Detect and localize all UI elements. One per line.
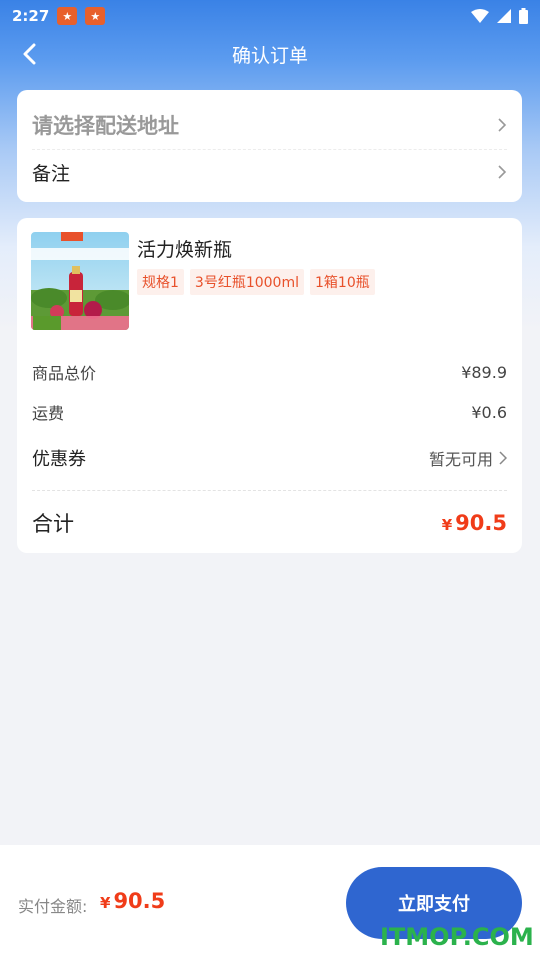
address-card: 请选择配送地址 备注 [17,90,522,202]
pay-amount-label: 实付金额: [18,897,88,916]
product-tag: 1箱10瓶 [310,269,375,295]
shipping-value: ¥0.6 [471,402,507,422]
chevron-left-icon [23,43,36,65]
chevron-right-icon [498,165,507,179]
wifi-icon [471,9,489,23]
battery-icon [519,8,528,24]
goods-total-label: 商品总价 [32,364,97,383]
status-time: 2:27 [12,7,50,25]
currency-symbol: ¥ [441,516,453,534]
total-label: 合计 [32,512,74,536]
goods-total-row: 商品总价 ¥89.9 [32,360,507,384]
currency-symbol: ¥ [100,894,111,912]
back-button[interactable] [14,38,46,70]
page-title: 确认订单 [231,44,308,67]
chevron-right-icon [498,117,507,132]
shipping-row: 运费 ¥0.6 [32,400,507,424]
remark-label: 备注 [32,162,71,185]
order-card: 活力焕新瓶 规格1 3号红瓶1000ml 1箱10瓶 商品总价 ¥89.9 运费… [17,218,522,553]
watermark: ITMOP.COM [380,923,534,951]
status-icons [471,8,528,24]
product-tags: 规格1 3号红瓶1000ml 1箱10瓶 [137,269,375,295]
pay-amount-value: 90.5 [113,889,166,913]
total-amount: 90.5 [455,511,507,535]
shipping-label: 运费 [32,404,65,423]
coupon-row[interactable]: 优惠券 暂无可用 [32,445,507,471]
address-placeholder: 请选择配送地址 [32,113,179,138]
coupon-status: 暂无可用 [428,450,493,469]
chevron-right-icon [499,451,507,465]
coupon-value: 暂无可用 [429,446,507,470]
goods-total-value: ¥89.9 [461,362,507,382]
app-notification-icon: ★ [85,7,106,25]
total-row: 合计 ¥90.5 [32,508,507,538]
product-tag: 3号红瓶1000ml [189,269,304,295]
divider [32,490,507,491]
product-name: 活力焕新瓶 [137,239,233,261]
remark-row[interactable]: 备注 [32,147,507,197]
product-image [31,232,129,330]
coupon-label: 优惠券 [32,449,86,470]
product-tag: 规格1 [137,269,184,295]
app-notification-icon: ★ [57,7,78,25]
signal-icon [497,9,511,23]
pay-amount: ¥90.5 [100,889,165,913]
total-value: ¥90.5 [442,511,507,535]
nav-bar: 确认订单 [0,32,540,76]
select-address-row[interactable]: 请选择配送地址 [32,100,507,150]
status-bar: 2:27 ★ ★ [0,0,540,32]
